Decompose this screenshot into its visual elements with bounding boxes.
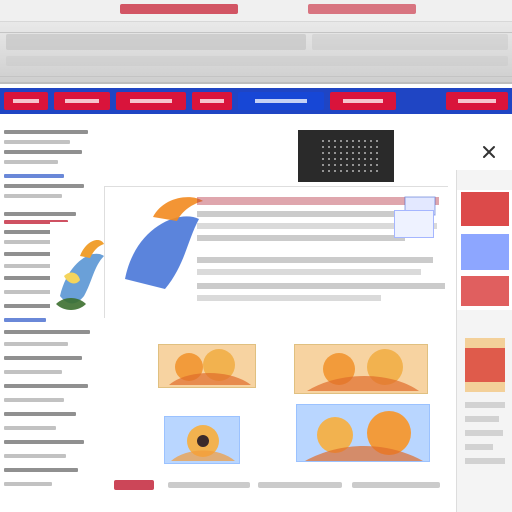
- close-icon[interactable]: [482, 145, 496, 159]
- primary-navbar: [0, 88, 512, 114]
- footer-links: [108, 472, 448, 498]
- footer-link-3[interactable]: [258, 482, 342, 488]
- feature-box: [104, 186, 449, 319]
- nav-item-2[interactable]: [54, 92, 110, 110]
- nav-item-1[interactable]: [4, 92, 48, 110]
- nav-item-4[interactable]: [192, 92, 232, 110]
- masthead: [0, 22, 512, 84]
- nav-item-3[interactable]: [116, 92, 186, 110]
- center-photo: [298, 130, 394, 182]
- site-subtitle-blur: [6, 56, 508, 66]
- site-title-blur-1: [6, 34, 306, 50]
- right-sidebar: [456, 170, 512, 512]
- bird-icon: [50, 222, 106, 318]
- thumbnail-4[interactable]: [296, 404, 430, 462]
- site-title-blur-2: [312, 34, 508, 50]
- top-strip: [0, 0, 512, 22]
- footer-link-2[interactable]: [168, 482, 250, 488]
- footer-link-4[interactable]: [352, 482, 440, 488]
- thumbnail-2[interactable]: [294, 344, 428, 394]
- thumbnail-1[interactable]: [158, 344, 256, 388]
- right-ads: [457, 190, 512, 464]
- top-tab-1[interactable]: [120, 4, 238, 14]
- nav-item-7[interactable]: [446, 92, 508, 110]
- badge-icon[interactable]: [394, 210, 434, 238]
- nav-item-5[interactable]: [238, 92, 324, 110]
- top-tab-2[interactable]: [308, 4, 416, 14]
- footer-link-1[interactable]: [114, 480, 154, 490]
- thumbnail-3[interactable]: [164, 416, 240, 464]
- feature-art: [105, 187, 449, 319]
- nav-item-6[interactable]: [330, 92, 396, 110]
